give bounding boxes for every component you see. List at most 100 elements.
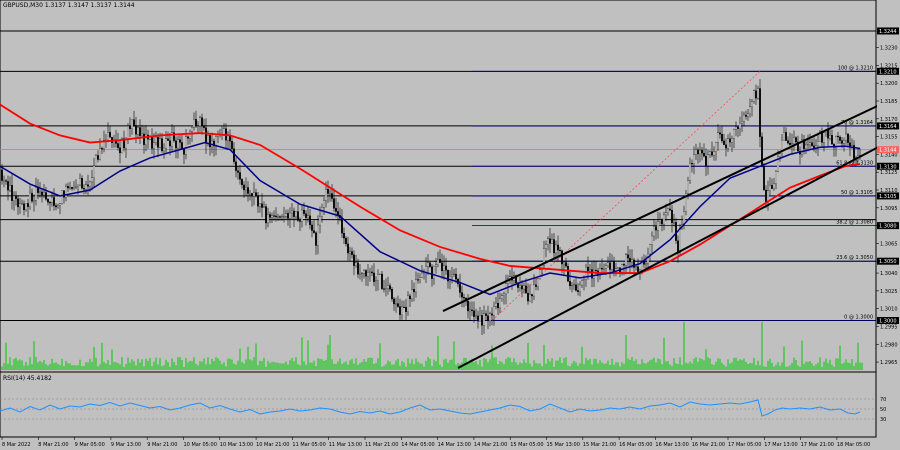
price-panel-frame xyxy=(0,0,877,373)
candle-body xyxy=(665,212,667,216)
candle-body xyxy=(429,262,431,267)
fib-level-label: 0 @ 1.3000 xyxy=(844,315,873,321)
candle-body xyxy=(79,178,81,186)
candle-body xyxy=(257,195,259,207)
symbol-title: GBPUSD,M30 1.3137 1.3147 1.3137 1.3144 xyxy=(3,2,135,9)
time-tick-label: 11 Mar 21:00 xyxy=(365,442,398,448)
candle-body xyxy=(703,153,705,157)
candle-body xyxy=(377,274,379,281)
candle-body xyxy=(503,293,505,296)
candle-body xyxy=(761,136,763,167)
candle-body xyxy=(783,132,785,141)
candle-body xyxy=(791,143,793,145)
candle-body xyxy=(501,295,503,299)
candle-body xyxy=(57,205,59,208)
candle-body xyxy=(283,216,285,218)
candle-body xyxy=(817,141,819,146)
candle-body xyxy=(11,185,13,201)
candle-body xyxy=(241,179,243,186)
candle-body xyxy=(65,186,67,198)
candle-body xyxy=(755,90,757,99)
candle-body xyxy=(401,306,403,315)
candle-body xyxy=(673,222,675,224)
candle-body xyxy=(155,136,157,143)
candle-body xyxy=(545,244,547,249)
candle-body xyxy=(359,273,361,275)
candle-body xyxy=(693,154,695,164)
price-tick-label: 1.3230 xyxy=(880,46,898,52)
trading-chart[interactable]: 100 @ 1.321076 @ 1.316461.8 @ 1.313050 @… xyxy=(0,0,900,450)
candle-body xyxy=(635,266,637,268)
candle-body xyxy=(415,279,417,293)
time-tick-label: 11 Mar 13:00 xyxy=(329,442,362,448)
candle-body xyxy=(125,139,127,149)
candle-body xyxy=(719,132,721,135)
candle-body xyxy=(309,215,311,226)
candle-body xyxy=(653,226,655,237)
candle-body xyxy=(577,290,579,292)
candle-body xyxy=(231,140,233,149)
candle-body xyxy=(129,125,131,130)
candle-body xyxy=(419,277,421,280)
candle-body xyxy=(637,266,639,272)
candle-body xyxy=(319,216,321,226)
candle-body xyxy=(393,298,395,305)
candle-body xyxy=(351,251,353,255)
time-tick-label: 14 Mar 13:00 xyxy=(438,442,471,448)
candle-body xyxy=(705,156,707,166)
candle-body xyxy=(383,288,385,290)
candle-body xyxy=(459,283,461,293)
candle-body xyxy=(741,120,743,124)
candle-body xyxy=(737,126,739,129)
candle-body xyxy=(711,151,713,156)
candle-body xyxy=(369,271,371,273)
candle-body xyxy=(573,284,575,286)
candle-body xyxy=(405,306,407,312)
candle-body xyxy=(271,215,273,218)
candle-body xyxy=(31,192,33,202)
candle-body xyxy=(325,189,327,201)
time-tick-label: 10 Mar 05:00 xyxy=(184,442,217,448)
time-tick-label: 10 Mar 13:00 xyxy=(220,442,253,448)
candle-body xyxy=(83,188,85,190)
candle-body xyxy=(587,266,589,272)
candle-body xyxy=(165,138,167,149)
price-tag-label: 1.3000 xyxy=(879,319,897,325)
fib-level-label: 23.6 @ 1.3050 xyxy=(836,255,873,261)
candle-body xyxy=(389,285,391,290)
candle-body xyxy=(709,151,711,156)
candle-body xyxy=(775,170,777,185)
candle-body xyxy=(249,193,251,195)
candle-body xyxy=(399,306,401,315)
candle-body xyxy=(117,143,119,148)
candle-body xyxy=(745,114,747,117)
candle-body xyxy=(751,101,753,107)
candle-body xyxy=(601,268,603,270)
candle-body xyxy=(333,198,335,209)
candle-body xyxy=(373,272,375,282)
price-tag-label: 1.3080 xyxy=(879,224,897,230)
candle-body xyxy=(287,213,289,219)
candle-body xyxy=(261,203,263,208)
candle-body xyxy=(297,211,299,221)
rsi-panel[interactable] xyxy=(0,371,877,438)
candle-body xyxy=(805,144,807,149)
candle-body xyxy=(699,149,701,155)
candle-body xyxy=(127,125,129,140)
candle-body xyxy=(471,309,473,311)
time-tick-label: 16 Mar 21:00 xyxy=(692,442,725,448)
candle-body xyxy=(71,186,73,189)
candle-body xyxy=(139,127,141,136)
candle-body xyxy=(839,136,841,141)
price-panel[interactable]: 100 @ 1.321076 @ 1.316461.8 @ 1.313050 @… xyxy=(0,0,889,373)
candle-body xyxy=(343,233,345,239)
candle-body xyxy=(713,151,715,156)
candle-body xyxy=(627,254,629,259)
candle-body xyxy=(837,136,839,138)
candle-body xyxy=(395,303,397,305)
candle-body xyxy=(707,154,709,166)
candle-body xyxy=(725,144,727,149)
candle-body xyxy=(795,137,797,143)
price-axis: 1.32301.32151.32001.31851.31701.31551.31… xyxy=(876,0,900,437)
candle-body xyxy=(655,226,657,231)
